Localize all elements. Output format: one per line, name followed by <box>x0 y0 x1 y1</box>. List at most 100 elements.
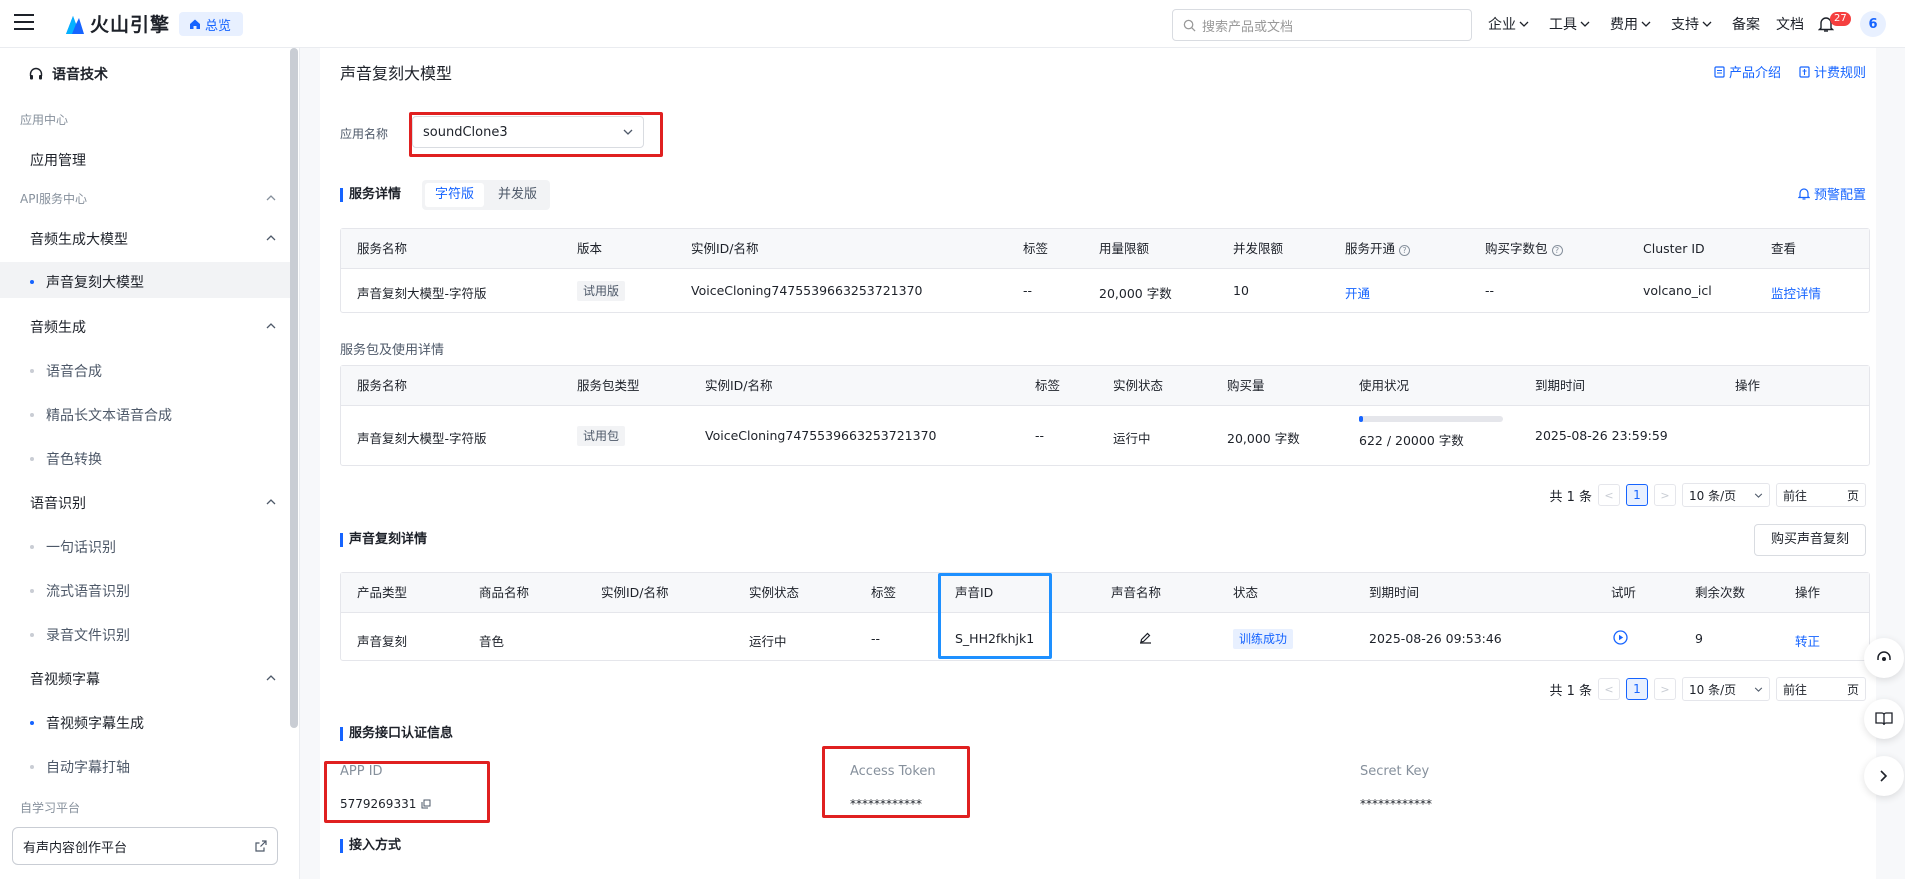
cell-instance: VoiceCloning7475539663253721370 <box>705 428 937 443</box>
cell-package-type: 试用包 <box>577 426 626 446</box>
group-self-learning: 自学习平台 <box>20 801 81 815</box>
col-preview: 试听 <box>1611 585 1637 600</box>
group-api-center[interactable]: API服务中心 <box>20 190 87 207</box>
service-detail-title: 服务详情 <box>340 188 401 202</box>
page-number[interactable]: 1 <box>1626 484 1648 506</box>
sidebar-item-voice-convert[interactable]: 音色转换 <box>30 449 102 469</box>
cell-package: -- <box>1485 283 1495 298</box>
sidebar-item-long-tts[interactable]: 精品长文本语音合成 <box>30 405 172 425</box>
support-button[interactable] <box>1864 638 1904 678</box>
sidebar-scrollbar[interactable] <box>290 48 298 728</box>
app-name-label: 应用名称 <box>340 127 389 141</box>
bell-icon <box>1797 188 1810 200</box>
sidebar-item-audio-gen-model[interactable]: 音频生成大模型 <box>30 229 128 249</box>
goto-page-input[interactable]: 前往 页 <box>1776 483 1866 507</box>
page-unit: 页 <box>1846 682 1859 697</box>
nav-filing[interactable]: 备案 <box>1732 14 1760 34</box>
sidebar-item-sentence-asr[interactable]: 一句话识别 <box>30 537 116 557</box>
sidebar-item-auto-caption[interactable]: 自动字幕打轴 <box>30 757 130 777</box>
col-version: 版本 <box>577 241 603 256</box>
prev-page-button[interactable]: < <box>1598 678 1620 700</box>
chevron-up-icon[interactable] <box>266 321 276 331</box>
regularize-link[interactable]: 转正 <box>1795 631 1820 650</box>
product-intro-link[interactable]: 产品介绍 <box>1714 62 1781 81</box>
pagination: 共 1 条 < 1 > 10 条/页 前往 页 <box>1549 677 1866 701</box>
highlight-app-select <box>409 112 663 157</box>
sidebar-item-subtitle[interactable]: 音视频字幕 <box>30 669 100 689</box>
help-icon[interactable]: ? <box>1399 245 1410 256</box>
chevron-down-icon <box>1519 21 1529 27</box>
sidebar-item-stream-asr[interactable]: 流式语音识别 <box>30 581 130 601</box>
billing-rules-link[interactable]: 计费规则 <box>1799 62 1866 81</box>
sidebar-item-tts[interactable]: 语音合成 <box>30 361 102 381</box>
support-icon <box>1877 651 1891 661</box>
nav-docs[interactable]: 文档 <box>1776 14 1804 34</box>
page-size-select[interactable]: 10 条/页 <box>1682 483 1770 507</box>
monitor-link[interactable]: 监控详情 <box>1771 283 1821 302</box>
tts-label: 语音合成 <box>46 364 102 380</box>
chevron-up-icon[interactable] <box>266 233 276 243</box>
cell-train-status: 训练成功 <box>1233 629 1294 649</box>
col-package-type: 服务包类型 <box>577 378 640 393</box>
col-activation-label: 服务开通 <box>1345 241 1396 256</box>
package-type-tag: 试用包 <box>577 426 626 446</box>
nav-enterprise[interactable]: 企业 <box>1488 14 1529 34</box>
chevron-up-icon[interactable] <box>266 193 276 203</box>
goto-page-input[interactable]: 前往 页 <box>1776 677 1866 701</box>
nav-support[interactable]: 支持 <box>1671 14 1712 34</box>
stream-asr-label: 流式语音识别 <box>46 584 130 600</box>
sidebar-item-asr[interactable]: 语音识别 <box>30 493 86 513</box>
subtitle-gen-label: 音视频字幕生成 <box>46 716 144 732</box>
chevron-up-icon[interactable] <box>266 673 276 683</box>
tab-concurrent-edition[interactable]: 并发版 <box>488 183 547 207</box>
chevron-down-icon <box>1580 21 1590 27</box>
package-title: 服务包及使用详情 <box>340 343 445 358</box>
nav-billing[interactable]: 费用 <box>1610 14 1651 34</box>
page-size-value: 10 条/页 <box>1689 682 1737 697</box>
chevron-up-icon[interactable] <box>266 497 276 507</box>
long-tts-label: 精品长文本语音合成 <box>46 408 172 424</box>
chevron-down-icon <box>1641 21 1651 27</box>
package-table: 服务名称 服务包类型 实例ID/名称 标签 实例状态 购买量 使用状况 到期时间… <box>340 365 1870 466</box>
col-action: 操作 <box>1735 378 1761 393</box>
buy-clone-button[interactable]: 购买声音复刻 <box>1753 524 1866 556</box>
col-goods: 商品名称 <box>479 585 530 600</box>
play-icon[interactable] <box>1613 630 1628 648</box>
col-instance: 实例ID/名称 <box>601 585 669 600</box>
tab-char-edition[interactable]: 字符版 <box>425 183 485 207</box>
nav-tools[interactable]: 工具 <box>1549 14 1590 34</box>
cell-cluster: volcano_icl <box>1643 283 1712 298</box>
guide-button[interactable] <box>1864 699 1904 739</box>
activate-link[interactable]: 开通 <box>1345 283 1370 302</box>
sidebar-item-audio-gen[interactable]: 音频生成 <box>30 317 86 337</box>
page-size-select[interactable]: 10 条/页 <box>1682 677 1770 701</box>
col-activation: 服务开通 ? <box>1345 229 1410 269</box>
sidebar-item-file-asr[interactable]: 录音文件识别 <box>30 625 130 645</box>
sidebar-item-voice-clone-model[interactable]: 声音复刻大模型 <box>30 272 144 292</box>
sidebar-item-app-manage[interactable]: 应用管理 <box>30 150 86 170</box>
external-link-icon <box>255 840 267 852</box>
next-page-button[interactable]: > <box>1654 484 1676 506</box>
logo[interactable]: 火山引擎 <box>64 10 170 37</box>
alert-config-link[interactable]: 预警配置 <box>1797 184 1866 203</box>
help-icon[interactable]: ? <box>1551 245 1563 256</box>
avatar[interactable]: 6 <box>1860 11 1886 37</box>
sidebar-item-subtitle-gen[interactable]: 音视频字幕生成 <box>30 713 144 733</box>
page-number[interactable]: 1 <box>1626 678 1648 700</box>
col-remaining: 剩余次数 <box>1695 585 1746 600</box>
edit-icon[interactable] <box>1139 631 1152 647</box>
overview-button[interactable]: 总览 <box>179 12 244 36</box>
next-page-button[interactable]: > <box>1654 678 1676 700</box>
content-platform-label: 有声内容创作平台 <box>23 840 128 856</box>
edition-switch: 字符版 并发版 <box>422 180 551 210</box>
chevron-down-icon <box>1702 21 1712 27</box>
menu-icon[interactable] <box>14 14 34 32</box>
prev-page-button[interactable]: < <box>1598 484 1620 506</box>
search-input[interactable]: 搜索产品或文档 <box>1172 9 1472 41</box>
sidebar-item-content-platform[interactable]: 有声内容创作平台 <box>12 827 278 865</box>
col-amount: 购买量 <box>1227 378 1265 393</box>
col-instance-status: 实例状态 <box>749 585 800 600</box>
brand-name: 火山引擎 <box>90 14 171 36</box>
expand-button[interactable] <box>1864 756 1904 796</box>
cell-expire: 2025-08-26 23:59:59 <box>1535 428 1668 443</box>
